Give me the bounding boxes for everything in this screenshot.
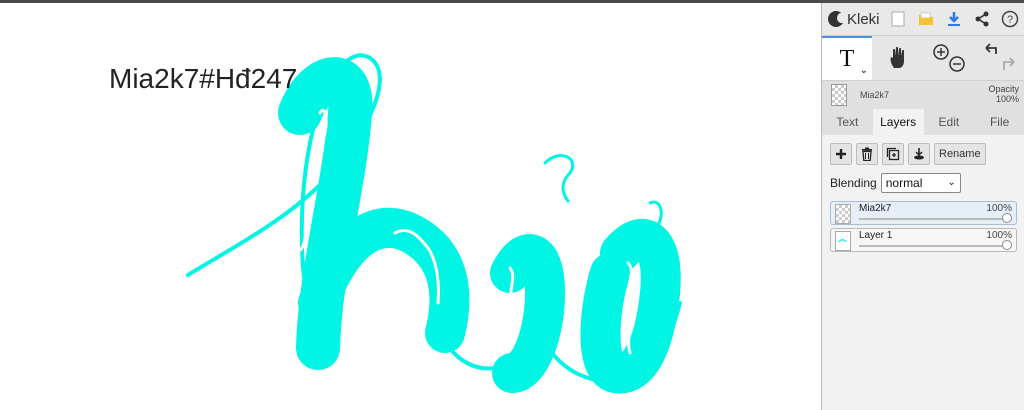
layer-opacity-track[interactable]	[859, 218, 1004, 220]
hand-icon	[890, 46, 904, 68]
text-tool-button[interactable]: T ⌄	[822, 36, 872, 80]
add-layer-button[interactable]	[830, 143, 852, 165]
layer-opacity-track[interactable]	[859, 245, 1004, 247]
blending-value: normal	[885, 176, 923, 190]
layer-opacity-knob[interactable]	[1002, 213, 1012, 223]
blending-select[interactable]: normal ⌄	[880, 173, 961, 193]
help-icon[interactable]: ?	[999, 8, 1021, 30]
tab-layers[interactable]: Layers	[872, 109, 924, 135]
share-icon[interactable]	[971, 8, 993, 30]
plus-icon	[836, 149, 846, 159]
panel-tabs: Text Layers Edit File	[822, 109, 1024, 135]
open-folder-icon[interactable]	[915, 8, 937, 30]
kleki-logo-icon	[828, 11, 845, 27]
opacity-label: Opacity	[988, 84, 1019, 94]
layer-name: Layer 1	[859, 230, 893, 241]
hand-tool-button[interactable]	[874, 36, 924, 80]
zoom-controls	[926, 36, 974, 80]
brand-bar: Kleki ?	[822, 3, 1024, 36]
layers-panel: Rename Blending normal ⌄ Mia2k7 100% Lay…	[822, 135, 1024, 410]
zoom-in-icon	[933, 44, 949, 60]
layer-item[interactable]: Layer 1 100%	[830, 228, 1017, 252]
tab-file[interactable]: File	[974, 109, 1024, 135]
layer-item[interactable]: Mia2k7 100%	[830, 201, 1017, 225]
layer-preview-name: Mia2k7	[860, 90, 890, 100]
undo-redo-controls	[976, 36, 1024, 80]
layer-name: Mia2k7	[859, 203, 892, 214]
canvas-text-layer: Mia2k7#Hđ247	[109, 63, 298, 94]
blending-label: Blending	[830, 176, 877, 190]
tool-row: T ⌄	[822, 36, 1024, 81]
redo-icon	[1003, 57, 1015, 70]
layer-preview-opacity: Opacity 100%	[988, 84, 1019, 104]
duplicate-icon	[886, 147, 900, 161]
text-tool-label: T	[839, 45, 855, 72]
zoom-out-icon	[949, 56, 965, 72]
duplicate-layer-button[interactable]	[882, 143, 904, 165]
app-brand[interactable]: Kleki	[828, 7, 880, 31]
layer-preview-thumbnail	[831, 84, 847, 106]
rename-layer-button[interactable]: Rename	[934, 143, 986, 165]
undo-icon	[985, 43, 997, 54]
svg-text:?: ?	[1007, 14, 1013, 26]
merge-layer-button[interactable]	[908, 143, 930, 165]
sidebar: Kleki ? T ⌄ Mia2k7 Opacity 100% Text Lay…	[821, 3, 1024, 410]
trash-icon	[862, 147, 872, 161]
drawing-canvas[interactable]: Mia2k7#Hđ247	[0, 3, 821, 410]
tab-edit[interactable]: Edit	[924, 109, 975, 135]
app-name: Kleki	[847, 10, 880, 28]
opacity-value: 100%	[995, 94, 1019, 104]
layer-preview: Mia2k7 Opacity 100%	[822, 81, 1024, 109]
tab-text[interactable]: Text	[822, 109, 873, 135]
chevron-down-icon[interactable]: ⌄	[860, 65, 868, 76]
delete-layer-button[interactable]	[856, 143, 878, 165]
layer-thumbnail	[835, 204, 851, 224]
new-image-icon[interactable]	[887, 8, 909, 30]
merge-down-icon	[914, 148, 924, 160]
download-icon[interactable]	[943, 8, 965, 30]
layer-thumbnail	[835, 231, 851, 251]
layer-opacity-knob[interactable]	[1002, 240, 1012, 250]
chevron-down-icon: ⌄	[947, 177, 956, 188]
